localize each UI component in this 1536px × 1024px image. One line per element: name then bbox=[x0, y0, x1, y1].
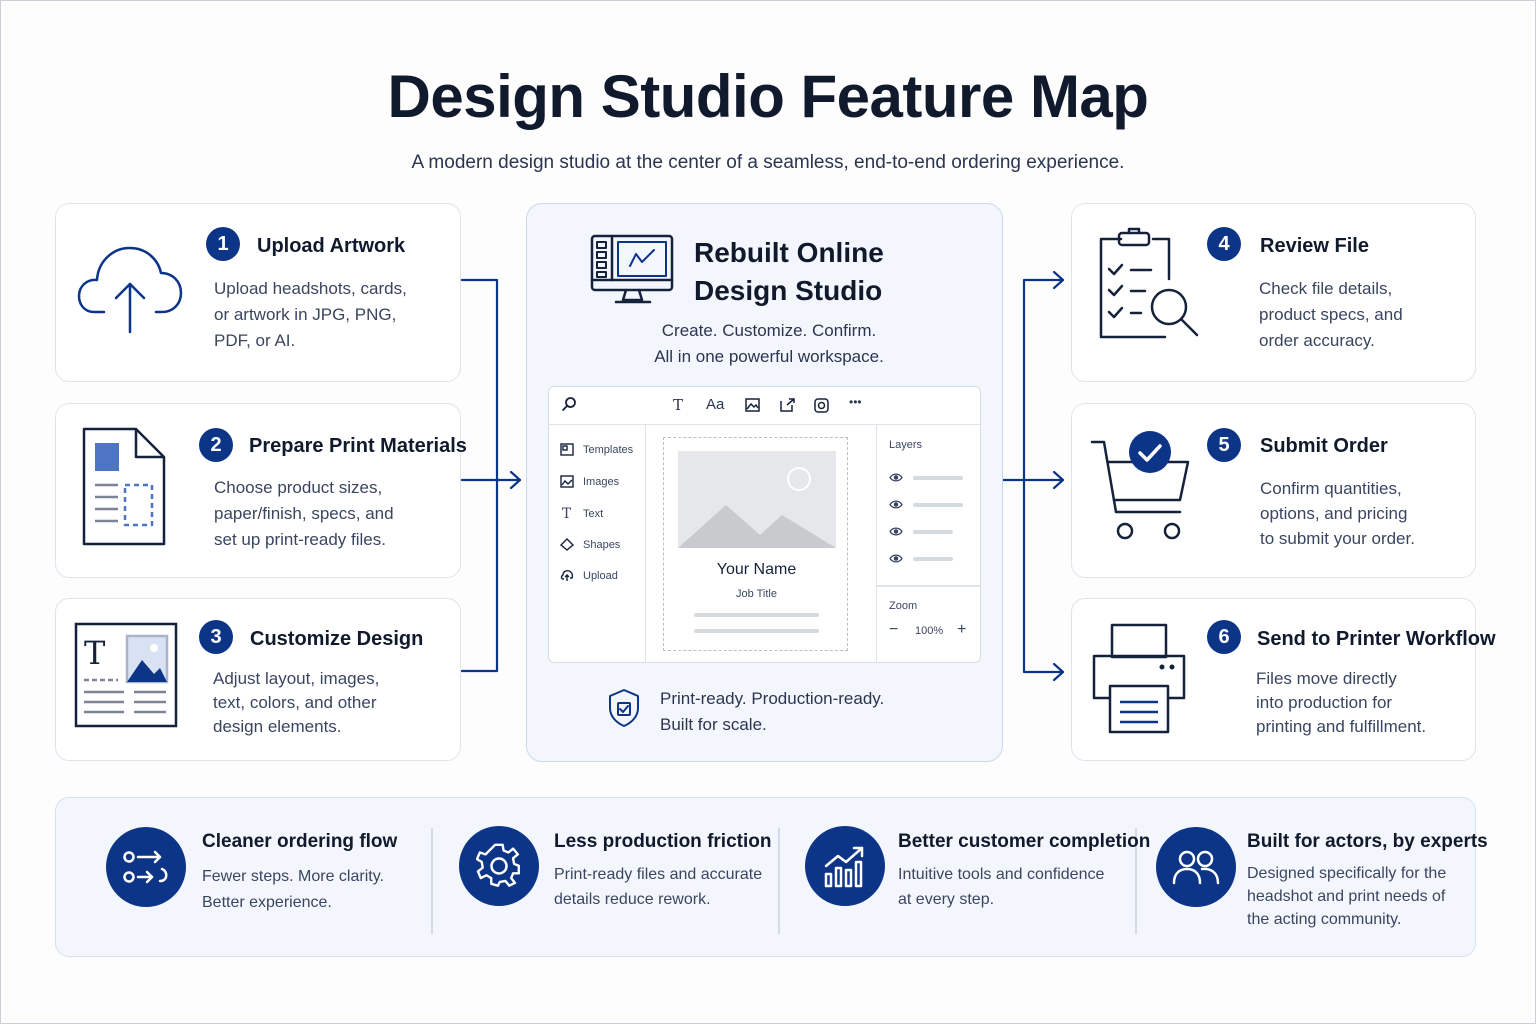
cart-check-icon bbox=[1088, 428, 1194, 549]
editor-sidebar: Templates Images T Text Shapes Upload bbox=[549, 425, 646, 662]
eye-icon[interactable] bbox=[889, 496, 903, 514]
crop-tool-icon[interactable] bbox=[780, 398, 795, 416]
sidebar-item-label: Shapes bbox=[583, 538, 621, 551]
zoom-out-button[interactable]: − bbox=[889, 621, 898, 639]
image-tool-icon[interactable] bbox=[745, 398, 760, 416]
sidebar-item-upload[interactable]: Upload bbox=[559, 569, 618, 582]
studio-title: Rebuilt Online Design Studio bbox=[694, 237, 884, 306]
upload-icon bbox=[559, 569, 574, 582]
step-description: Files move directly into production for … bbox=[1256, 669, 1427, 736]
sidebar-item-images[interactable]: Images bbox=[559, 475, 619, 488]
studio-subtitle: Create. Customize. Confirm. All in one p… bbox=[654, 321, 884, 366]
canvas-job-title-text: Job Title bbox=[736, 588, 777, 600]
shapes-icon bbox=[559, 538, 574, 551]
zoom-in-button[interactable]: + bbox=[957, 621, 966, 639]
eye-icon[interactable] bbox=[889, 523, 903, 541]
layers-label: Layers bbox=[889, 439, 923, 451]
step-number-badge: 6 bbox=[1207, 620, 1241, 654]
monitor-design-icon bbox=[590, 234, 676, 313]
studio-footer-note: Print-ready. Production-ready. Built for… bbox=[660, 689, 885, 734]
zoom-value: 100% bbox=[915, 625, 944, 637]
benefit-description: Designed specifically for the headshot a… bbox=[1247, 865, 1447, 928]
step-description: Choose product sizes, paper/finish, spec… bbox=[214, 478, 394, 549]
mountain-image-icon bbox=[678, 467, 836, 548]
canvas-text-line bbox=[694, 613, 819, 617]
eye-icon[interactable] bbox=[889, 550, 903, 568]
editor-toolbar: T Aa ••• bbox=[549, 387, 980, 425]
benefit-title: Less production friction bbox=[554, 831, 772, 852]
more-options-button[interactable]: ••• bbox=[849, 395, 862, 409]
canvas-text-line bbox=[694, 629, 819, 633]
step-description: Adjust layout, images, text, colors, and… bbox=[213, 669, 380, 736]
step-number-badge: 4 bbox=[1207, 227, 1241, 261]
editor-mockup: T Aa ••• Templates Images T Text Shapes bbox=[548, 386, 981, 663]
benefit-description: Intuitive tools and confidence at every … bbox=[898, 866, 1105, 908]
eye-icon[interactable] bbox=[889, 469, 903, 487]
document-icon bbox=[82, 427, 166, 552]
panel-divider bbox=[877, 585, 980, 587]
flow-arrows-icon bbox=[106, 827, 186, 907]
benefit-title: Cleaner ordering flow bbox=[202, 831, 398, 852]
benefit-description: Fewer steps. More clarity. Better experi… bbox=[202, 868, 384, 911]
growth-chart-icon bbox=[805, 826, 885, 906]
templates-icon bbox=[559, 443, 574, 456]
sidebar-item-text[interactable]: T Text bbox=[559, 505, 604, 522]
design-canvas[interactable]: Your Name Job Title bbox=[663, 437, 848, 651]
cloud-upload-icon bbox=[76, 240, 184, 341]
sidebar-item-label: Images bbox=[583, 475, 620, 488]
step-title: Prepare Print Materials bbox=[249, 435, 467, 457]
sidebar-item-shapes[interactable]: Shapes bbox=[559, 538, 620, 551]
sidebar-item-label: Upload bbox=[583, 569, 618, 582]
step-title: Review File bbox=[1260, 235, 1369, 257]
step-title: Upload Artwork bbox=[257, 235, 406, 257]
clipboard-search-icon bbox=[1095, 227, 1203, 348]
divider bbox=[431, 828, 433, 934]
step-description: Upload headshots, cards, or artwork in J… bbox=[214, 279, 407, 350]
divider bbox=[778, 828, 780, 934]
layer-row[interactable] bbox=[889, 523, 953, 541]
effects-tool-icon[interactable] bbox=[814, 398, 829, 417]
step-description: Confirm quantities, options, and pricing… bbox=[1260, 479, 1415, 548]
step-title: Submit Order bbox=[1260, 435, 1388, 457]
layer-row[interactable] bbox=[889, 496, 963, 514]
layer-row[interactable] bbox=[889, 469, 963, 487]
step-number-badge: 3 bbox=[199, 620, 233, 654]
step-number-badge: 2 bbox=[199, 428, 233, 462]
left-bracket-line bbox=[460, 278, 499, 673]
benefit-title: Built for actors, by experts bbox=[1247, 831, 1488, 852]
layer-row[interactable] bbox=[889, 550, 953, 568]
users-icon bbox=[1156, 827, 1236, 907]
shield-check-icon bbox=[607, 688, 641, 733]
images-icon bbox=[559, 475, 574, 488]
sidebar-item-label: Templates bbox=[583, 443, 634, 456]
gear-icon bbox=[459, 826, 539, 906]
font-tool-button[interactable]: Aa bbox=[706, 396, 724, 413]
benefit-title: Better customer completion bbox=[898, 831, 1151, 852]
step-number-badge: 1 bbox=[206, 227, 240, 261]
text-tool-button[interactable]: T bbox=[673, 396, 683, 414]
editor-right-panel: Layers Zoom − 100% + bbox=[876, 425, 980, 662]
text-icon: T bbox=[561, 505, 572, 522]
sidebar-item-templates[interactable]: Templates bbox=[559, 443, 633, 456]
printer-icon bbox=[1090, 622, 1188, 741]
sidebar-item-label: Text bbox=[583, 507, 604, 520]
svg-text:T: T bbox=[84, 634, 106, 672]
step-description: Check file details, product specs, and o… bbox=[1259, 279, 1403, 350]
step-number-badge: 5 bbox=[1207, 428, 1241, 462]
canvas-name-text: Your Name bbox=[716, 561, 797, 578]
search-icon[interactable] bbox=[561, 396, 577, 416]
zoom-label: Zoom bbox=[889, 600, 918, 612]
canvas-image-placeholder bbox=[678, 451, 836, 548]
benefit-description: Print-ready files and accurate details r… bbox=[554, 866, 763, 908]
step-title: Send to Printer Workflow bbox=[1257, 628, 1496, 650]
layout-editor-icon: T bbox=[74, 622, 178, 733]
step-title: Customize Design bbox=[250, 628, 424, 650]
